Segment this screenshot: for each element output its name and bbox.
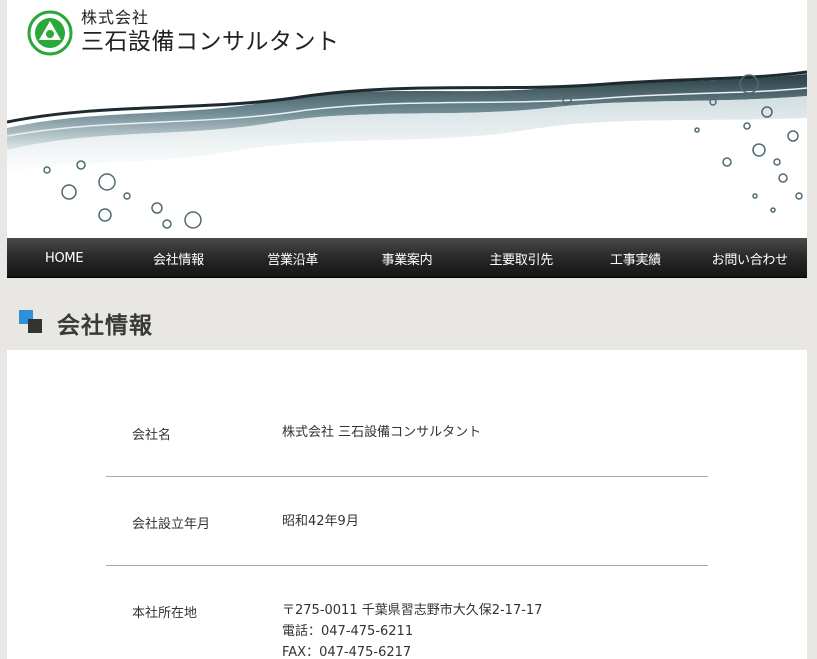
row-value: 株式会社 三石設備コンサルタント	[282, 422, 481, 443]
row-label: 本社所在地	[132, 606, 198, 621]
nav-projects[interactable]: 工事実績	[578, 238, 692, 278]
nav-company-info[interactable]: 会社情報	[121, 238, 235, 278]
founded-value: 昭和42年9月	[282, 514, 359, 529]
company-name: 三石設備コンサルタント	[81, 29, 340, 55]
company-emblem-icon	[27, 10, 73, 56]
nav-home[interactable]: HOME	[7, 238, 121, 278]
table-row: 会社設立年月 昭和42年9月	[106, 477, 708, 566]
content-panel: 会社名 株式会社 三石設備コンサルタント 会社設立年月 昭和42年9月 本社所在…	[7, 350, 807, 659]
row-label: 会社設立年月	[132, 517, 211, 532]
page: 株式会社 三石設備コンサルタント HOME 会社情報 営業沿革 事業案内 主要取…	[7, 0, 807, 659]
company-name-value: 株式会社 三石設備コンサルタント	[282, 425, 482, 440]
company-info-table: 会社名 株式会社 三石設備コンサルタント 会社設立年月 昭和42年9月 本社所在…	[106, 390, 708, 659]
phone-value: 電話：047-475-6211	[282, 624, 414, 639]
company-logo[interactable]: 株式会社 三石設備コンサルタント	[27, 10, 340, 56]
nav-clients[interactable]: 主要取引先	[464, 238, 578, 278]
row-value: 昭和42年9月	[282, 511, 359, 532]
square-bullet-icon	[19, 310, 45, 336]
section-heading: 会社情報	[19, 306, 153, 340]
fax-value: FAX：047-475-6217	[282, 645, 412, 659]
nav-history[interactable]: 営業沿革	[236, 238, 350, 278]
row-label: 会社名	[132, 428, 172, 443]
address-value: 〒275-0011 千葉県習志野市大久保2-17-17	[282, 603, 543, 618]
company-name-prefix: 株式会社	[81, 8, 150, 27]
nav-contact[interactable]: お問い合わせ	[693, 238, 807, 278]
nav-business[interactable]: 事業案内	[350, 238, 464, 278]
page-title: 会社情報	[57, 313, 153, 339]
global-nav: HOME 会社情報 営業沿革 事業案内 主要取引先 工事実績 お問い合わせ	[7, 238, 807, 278]
table-row: 本社所在地 〒275-0011 千葉県習志野市大久保2-17-17 電話：047…	[106, 566, 708, 659]
table-row: 会社名 株式会社 三石設備コンサルタント	[106, 390, 708, 477]
header-banner: 株式会社 三石設備コンサルタント	[7, 0, 807, 238]
row-value: 〒275-0011 千葉県習志野市大久保2-17-17 電話：047-475-6…	[282, 600, 542, 659]
